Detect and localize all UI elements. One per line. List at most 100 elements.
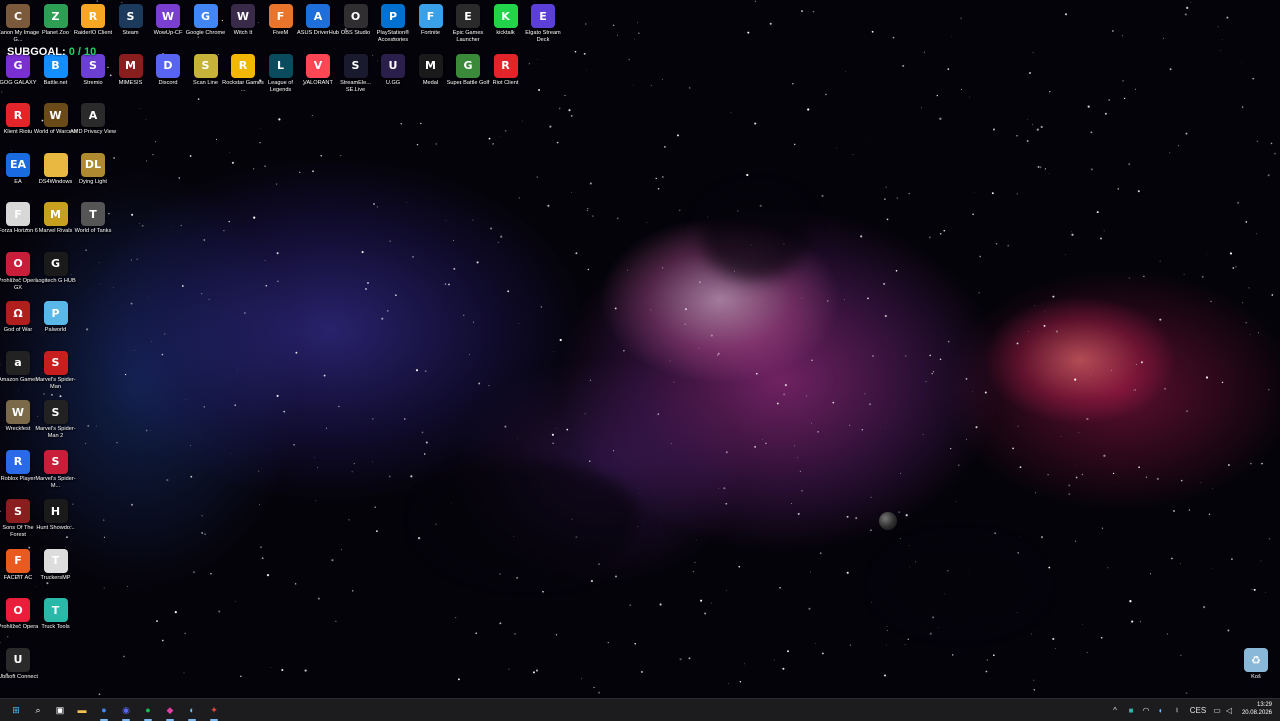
epic-icon: E <box>456 4 480 28</box>
desktop-shortcut[interactable]: SMarvel's Spider-Man <box>33 351 79 391</box>
game-taskbar-icon[interactable]: ✦ <box>206 702 222 718</box>
witch-it-icon: W <box>231 4 255 28</box>
ea-icon: EA <box>6 153 30 177</box>
ugg-icon: U <box>381 54 405 78</box>
desktop-shortcut[interactable]: DLDying Light <box>70 153 116 186</box>
desktop-shortcut-label: Truck Tools <box>33 624 79 631</box>
desktop-shortcut[interactable]: S Marvel's Spider-M... <box>33 450 79 490</box>
chrome-taskbar-icon[interactable]: ● <box>96 702 112 718</box>
headset-icon[interactable]: ◠ <box>1141 703 1151 717</box>
amazon-games-icon: a <box>6 351 30 375</box>
tray-steam-icon[interactable]: ◐ <box>1156 703 1166 717</box>
windows-start-icon[interactable]: ⊞ <box>8 702 24 718</box>
wreckfest-icon: W <box>6 400 30 424</box>
steam-icon: S <box>119 4 143 28</box>
desktop-shortcut-label: World of Tanks <box>70 228 116 235</box>
desktop-shortcut-label: Koš <box>1233 674 1279 681</box>
logitech-icon: G <box>44 252 68 276</box>
god-of-war-icon: Ω <box>6 301 30 325</box>
clock-date: 20.08.2026 <box>1242 709 1272 717</box>
obs-icon: O <box>344 4 368 28</box>
wallpaper-dust <box>700 190 810 280</box>
desktop-shortcut-label: Elgato Stream Deck <box>520 30 566 44</box>
truck-tools-icon: T <box>44 598 68 622</box>
riot-icon: R <box>494 54 518 78</box>
recycle-bin-icon: ♻ <box>1244 648 1268 672</box>
lol-icon: L <box>269 54 293 78</box>
tray-overflow-chevron[interactable]: ^ <box>1110 703 1120 717</box>
spiderman-icon: S <box>44 351 68 375</box>
palworld-icon: P <box>44 301 68 325</box>
discord-taskbar-icon[interactable]: ◉ <box>118 702 134 718</box>
taskbar: ⊞ ⌕ ▣ ▬ ● ◉ ● ◆ ◐ ✦ ^ ■ ◠ ◐ ♮ CES ▭ ◁ 13:29 20.08… <box>0 698 1280 721</box>
chrome-icon: G <box>194 4 218 28</box>
desktop-shortcut-label: Marvel's Spider-Man 2 <box>33 426 79 440</box>
discord-icon: D <box>156 54 180 78</box>
stream-deck-icon: E <box>531 4 555 28</box>
desktop-shortcut-label: AMD Privacy View <box>70 129 116 136</box>
wow-icon: W <box>44 103 68 127</box>
faceit-icon: F <box>6 549 30 573</box>
scanline-icon: S <box>194 54 218 78</box>
desktop-shortcut[interactable]: T World of Tanks <box>70 202 116 235</box>
wallpaper-planet <box>879 512 897 530</box>
subgoal-count: 0 / 10 <box>69 46 97 58</box>
desktop-shortcut[interactable]: E Elgato Stream Deck <box>520 4 566 44</box>
desktop-shortcut[interactable]: S Marvel's Spider-Man 2 <box>33 400 79 440</box>
wowup-icon: W <box>156 4 180 28</box>
planet-zoo-icon: Z <box>44 4 68 28</box>
playstation-icon: P <box>381 4 405 28</box>
wot-icon: T <box>81 202 105 226</box>
taskbar-clock[interactable]: 13:29 20.08.2026 <box>1242 701 1272 717</box>
desktop-shortcut[interactable]: UUbisoft Connect <box>0 648 41 681</box>
opera-gx-icon: O <box>6 252 30 276</box>
desktop-shortcut-label: Marvel's Spider-M... <box>33 476 79 490</box>
language-indicator[interactable]: CES <box>1188 703 1208 717</box>
raiderio-icon: R <box>81 4 105 28</box>
microphone-icon[interactable]: ♮ <box>1172 703 1182 717</box>
desktop-shortcut[interactable]: TTruckersMP <box>33 549 79 582</box>
opera-icon: O <box>6 598 30 622</box>
canon-icon: C <box>6 4 30 28</box>
sons-forest-icon: S <box>6 499 30 523</box>
desktop-shortcut-label: Ubisoft Connect <box>0 674 41 681</box>
subgoal-overlay: SUBGOAL: 0 / 10 <box>7 46 96 58</box>
spotify-icon[interactable]: ● <box>140 702 156 718</box>
desktop-shortcut-label: Dying Light <box>70 179 116 186</box>
riot-client-icon: R <box>6 103 30 127</box>
desktop-shortcut[interactable]: R Riot Client <box>483 54 529 87</box>
search-icon[interactable]: ⌕ <box>30 702 46 718</box>
wallpaper-dust <box>420 460 640 580</box>
desktop-shortcut[interactable]: HHunt Showdo... <box>33 499 79 532</box>
desktop-shortcut[interactable]: GLogitech G HUB <box>33 252 79 285</box>
golf-icon: G <box>456 54 480 78</box>
desktop: CCanon My Image G...ZPlanet ZooRRaiderIO… <box>0 0 1280 698</box>
valorant-icon: V <box>306 54 330 78</box>
asus-icon: A <box>306 4 330 28</box>
mimesis-icon: M <box>119 54 143 78</box>
desktop-shortcut-label: Riot Client <box>483 80 529 87</box>
amd-icon: A <box>81 103 105 127</box>
desktop-shortcut-label: Hunt Showdo... <box>33 525 79 532</box>
tray-app-icon[interactable]: ■ <box>1126 703 1136 717</box>
kicktalk-icon: K <box>494 4 518 28</box>
desktop-shortcut[interactable]: T Truck Tools <box>33 598 79 631</box>
streamelements-icon: S <box>344 54 368 78</box>
volume-icon[interactable]: ◁ <box>1224 703 1234 717</box>
desktop-shortcut[interactable]: ♻ Koš <box>1233 648 1279 681</box>
clock-time: 13:29 <box>1242 701 1272 709</box>
wallpaper-stars <box>0 0 1280 698</box>
fivem-icon: F <box>269 4 293 28</box>
spiderman2-icon: S <box>44 400 68 424</box>
task-view-icon[interactable]: ▣ <box>52 702 68 718</box>
monitor-icon[interactable]: ▭ <box>1212 703 1222 717</box>
desktop-shortcut[interactable]: A AMD Privacy View <box>70 103 116 136</box>
forza-icon: F <box>6 202 30 226</box>
steam-taskbar-icon[interactable]: ◐ <box>184 702 200 718</box>
spiderman-mm-icon: S <box>44 450 68 474</box>
desktop-shortcut[interactable]: PPalworld <box>33 301 79 334</box>
truckersmp-icon: T <box>44 549 68 573</box>
app-taskbar-icon[interactable]: ◆ <box>162 702 178 718</box>
file-explorer-icon[interactable]: ▬ <box>74 702 90 718</box>
folder-icon <box>44 153 68 177</box>
